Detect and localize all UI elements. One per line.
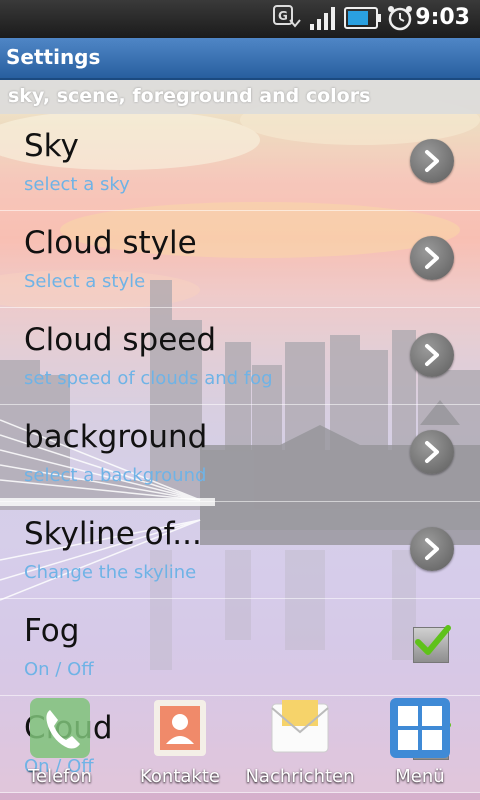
chevron-right-icon	[410, 236, 454, 280]
signal-icon	[308, 4, 338, 36]
preference-title: Sky	[24, 128, 79, 164]
dock-label: Telefon	[28, 766, 92, 787]
preference-item-cloud-speed[interactable]: Cloud speed set speed of clouds and fog	[0, 308, 480, 405]
preference-summary: Select a style	[24, 271, 146, 292]
clock: 9:03	[415, 5, 470, 30]
dock-label: Menü	[395, 766, 445, 787]
battery-icon	[344, 4, 384, 36]
chevron-right-icon	[410, 333, 454, 377]
preference-item-background[interactable]: background select a background	[0, 405, 480, 502]
chevron-right-icon	[410, 139, 454, 183]
dock-item-nachrichten[interactable]: Nachrichten	[240, 690, 360, 800]
preference-summary: On / Off	[24, 659, 94, 680]
svg-text:G: G	[278, 9, 288, 23]
title-bar: Settings	[0, 38, 480, 80]
preference-item-fog[interactable]: Fog On / Off	[0, 599, 480, 696]
preference-title: Fog	[24, 613, 80, 649]
section-header: sky, scene, foreground and colors	[0, 80, 480, 114]
dock-item-menu[interactable]: Menü	[360, 690, 480, 800]
preference-title: Skyline of...	[24, 516, 202, 552]
phone-icon	[28, 696, 92, 764]
section-header-label: sky, scene, foreground and colors	[8, 85, 371, 107]
preference-title: Cloud speed	[24, 322, 217, 358]
preference-title: Cloud style	[24, 225, 197, 261]
status-bar: G 9:03	[0, 0, 480, 38]
dock-item-kontakte[interactable]: Kontakte	[120, 690, 240, 800]
launcher-dock: Telefon Kontakte Nachrichten Menü	[0, 690, 480, 800]
preference-item-sky[interactable]: Sky select a sky	[0, 114, 480, 211]
contacts-icon	[148, 696, 212, 764]
page-title: Settings	[6, 45, 101, 69]
preference-item-skyline[interactable]: Skyline of... Change the skyline	[0, 502, 480, 599]
preference-title: background	[24, 419, 208, 455]
fog-checkbox[interactable]	[413, 625, 451, 663]
menu-grid-icon	[388, 696, 452, 764]
messages-icon	[268, 696, 332, 764]
preference-summary: select a sky	[24, 174, 130, 195]
preference-summary: Change the skyline	[24, 562, 197, 583]
checkmark-icon	[415, 625, 451, 655]
alarm-icon	[386, 4, 414, 36]
chevron-right-icon	[410, 430, 454, 474]
preference-item-cloud-style[interactable]: Cloud style Select a style	[0, 211, 480, 308]
dock-label: Nachrichten	[245, 766, 355, 787]
chevron-right-icon	[410, 527, 454, 571]
dock-item-telefon[interactable]: Telefon	[0, 690, 120, 800]
gps-sync-icon: G	[272, 4, 302, 36]
preference-summary: select a background	[24, 465, 207, 486]
dock-label: Kontakte	[140, 766, 220, 787]
preference-summary: set speed of clouds and fog	[24, 368, 273, 389]
